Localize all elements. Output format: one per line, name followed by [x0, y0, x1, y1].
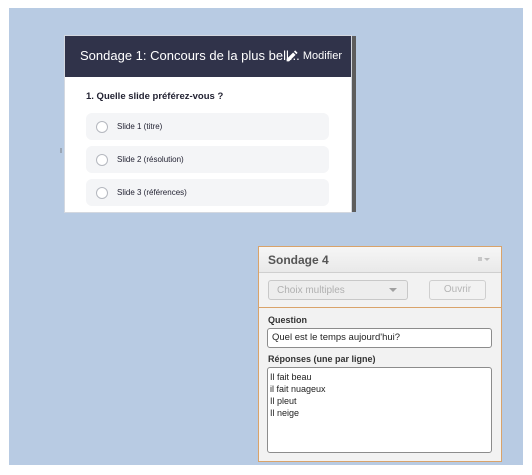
- edit-button[interactable]: Modifier: [285, 46, 342, 66]
- question-text: 1. Quelle slide préférez-vous ?: [86, 91, 224, 102]
- answer-line: Il fait beau: [270, 372, 312, 382]
- poll-header: Sondage 4: [259, 247, 501, 273]
- pencil-icon: [286, 49, 298, 61]
- divider: [259, 307, 501, 308]
- option-slide-3[interactable]: Slide 3 (références): [86, 179, 329, 206]
- open-button[interactable]: Ouvrir: [429, 280, 486, 300]
- option-label: Slide 3 (références): [117, 188, 187, 197]
- poll-title: Sondage 1: Concours de la plus bell...: [80, 48, 300, 63]
- radio-icon[interactable]: [96, 120, 108, 133]
- answers-textarea[interactable]: Il fait beau il fait nuageux Il pleut Il…: [267, 367, 492, 453]
- question-label: Question: [268, 315, 308, 325]
- chevron-down-icon: [389, 288, 397, 292]
- poll-panel-1: Sondage 1: Concours de la plus bell... M…: [65, 36, 351, 212]
- edit-label: Modifier: [302, 50, 342, 62]
- question-input[interactable]: Quel est le temps aujourd'hui?: [267, 328, 492, 348]
- panel-shadow: [351, 36, 356, 212]
- answer-line: Il neige: [270, 408, 300, 418]
- option-slide-1[interactable]: Slide 1 (titre): [86, 113, 329, 140]
- poll-header: Sondage 1: Concours de la plus bell... M…: [65, 36, 351, 77]
- radio-icon[interactable]: [96, 186, 108, 199]
- radio-icon[interactable]: [96, 153, 108, 166]
- poll-type-value: Choix multiples: [277, 285, 345, 296]
- option-label: Slide 2 (résolution): [117, 155, 184, 164]
- poll-type-select[interactable]: Choix multiples: [268, 280, 408, 300]
- answer-line: Il pleut: [270, 396, 297, 406]
- poll-title: Sondage 4: [268, 253, 329, 267]
- option-slide-2[interactable]: Slide 2 (résolution): [86, 146, 329, 173]
- option-label: Slide 1 (titre): [117, 122, 163, 131]
- answer-line: il fait nuageux: [270, 384, 326, 394]
- answers-label: Réponses (une par ligne): [268, 354, 376, 364]
- grip-icon[interactable]: [478, 256, 490, 262]
- edge-mark: [60, 148, 62, 153]
- poll-panel-4: Sondage 4 Choix multiples Ouvrir Questio…: [258, 246, 502, 462]
